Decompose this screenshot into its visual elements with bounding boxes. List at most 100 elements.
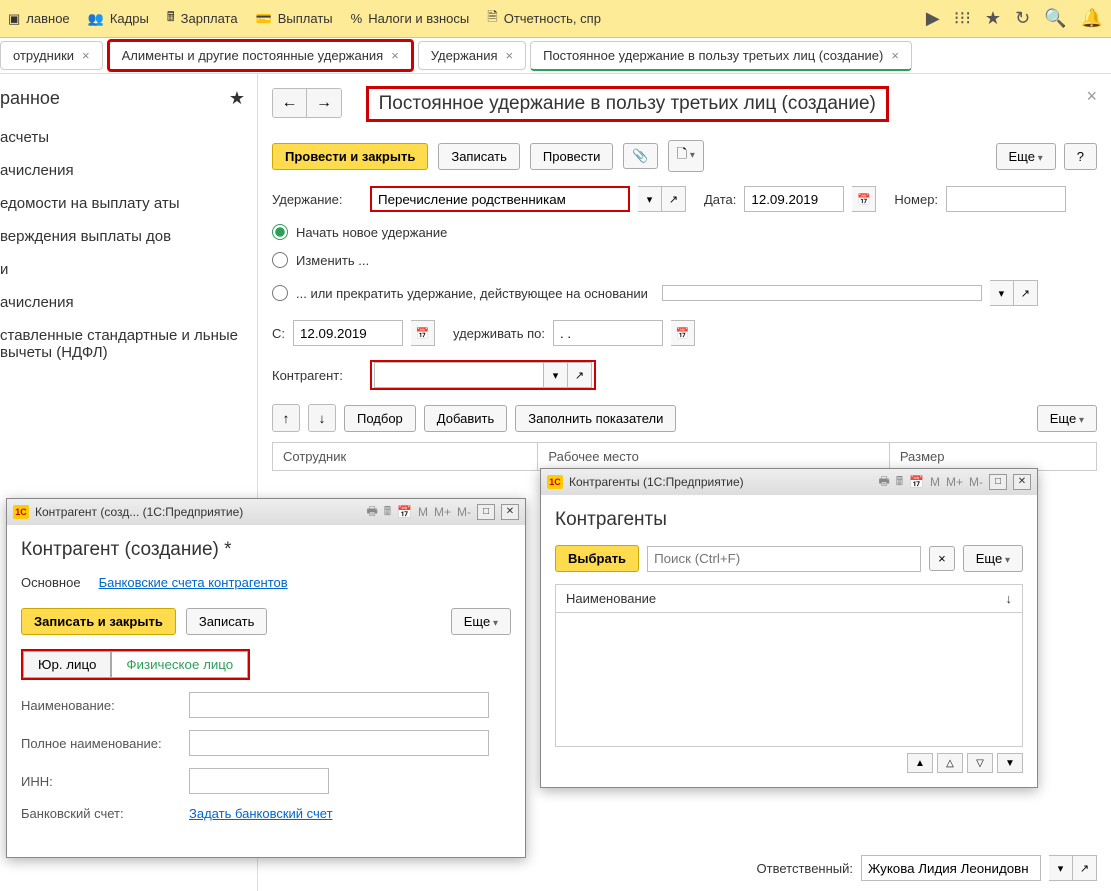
close-icon[interactable]: ✕: [1013, 474, 1031, 490]
sidebar-item[interactable]: асчеты: [0, 121, 257, 154]
move-up-button[interactable]: ↑: [272, 404, 300, 432]
radio-new[interactable]: [272, 224, 288, 240]
save-button[interactable]: Записать: [186, 608, 268, 635]
open-icon[interactable]: ↗: [1014, 280, 1038, 306]
scroll-top-button[interactable]: ▲: [907, 753, 933, 773]
number-input[interactable]: [946, 186, 1066, 212]
until-date-input[interactable]: [553, 320, 663, 346]
history-icon[interactable]: ↻: [1015, 8, 1030, 29]
report-dropdown-button[interactable]: 🗋: [668, 140, 704, 172]
sidebar-item[interactable]: и: [0, 253, 257, 286]
m-icon[interactable]: M: [930, 475, 940, 489]
scroll-up-button[interactable]: △: [937, 753, 963, 773]
tab-deductions[interactable]: Удержания×: [418, 41, 526, 70]
dropdown-icon[interactable]: ▾: [544, 362, 568, 388]
col-name[interactable]: Наименование: [566, 591, 656, 606]
name-input[interactable]: [189, 692, 489, 718]
star-icon[interactable]: ★: [229, 88, 245, 109]
col-workplace[interactable]: Рабочее место: [538, 443, 889, 471]
calendar-icon[interactable]: 📅: [852, 186, 876, 212]
print-icon[interactable]: 🖶: [367, 502, 378, 523]
toolbar-item-reports[interactable]: 🗎Отчетность, спр: [487, 8, 601, 30]
m-plus-icon[interactable]: M+: [946, 475, 963, 489]
dropdown-icon[interactable]: ▾: [1049, 855, 1073, 881]
sidebar-item[interactable]: ачисления: [0, 286, 257, 319]
maximize-icon[interactable]: □: [477, 504, 495, 520]
scroll-bottom-button[interactable]: ▼: [997, 753, 1023, 773]
calendar-icon[interactable]: 📅: [397, 505, 412, 519]
tab-aliments[interactable]: Алименты и другие постоянные удержания×: [107, 39, 414, 72]
sidebar-item[interactable]: верждения выплаты дов: [0, 220, 257, 253]
calendar-icon[interactable]: 📅: [909, 475, 924, 489]
col-employee[interactable]: Сотрудник: [273, 443, 538, 471]
search-icon[interactable]: 🔍: [1044, 8, 1066, 29]
calc-icon[interactable]: 🖩: [384, 502, 391, 523]
sort-icon[interactable]: ↓: [1006, 591, 1013, 606]
date-input[interactable]: [744, 186, 844, 212]
tab-employees[interactable]: отрудники×: [0, 41, 103, 70]
responsible-input[interactable]: [861, 855, 1041, 881]
nav-forward-button[interactable]: →: [307, 89, 341, 117]
toolbar-item-hr[interactable]: 👥Кадры: [88, 11, 149, 27]
close-icon[interactable]: ×: [891, 48, 899, 63]
help-button[interactable]: ?: [1064, 143, 1097, 170]
m-icon[interactable]: M: [418, 505, 428, 519]
more-button[interactable]: Еще: [996, 143, 1056, 170]
play-icon[interactable]: ▶: [926, 8, 940, 29]
toolbar-item-salary[interactable]: 🖩Зарплата: [167, 8, 238, 30]
add-button[interactable]: Добавить: [424, 405, 507, 432]
clear-search-button[interactable]: ×: [929, 546, 955, 571]
set-bank-account-link[interactable]: Задать банковский счет: [189, 806, 333, 821]
open-icon[interactable]: ↗: [568, 362, 592, 388]
close-icon[interactable]: ×: [82, 48, 90, 63]
deduction-input[interactable]: [370, 186, 630, 212]
close-icon[interactable]: ✕: [501, 504, 519, 520]
more-button[interactable]: Еще: [963, 545, 1023, 572]
close-icon[interactable]: ×: [1086, 86, 1097, 107]
sidebar-item[interactable]: ачисления: [0, 154, 257, 187]
more-button[interactable]: Еще: [451, 608, 511, 635]
nav-back-button[interactable]: ←: [273, 89, 307, 117]
bell-icon[interactable]: 🔔: [1081, 8, 1103, 29]
fullname-input[interactable]: [189, 730, 489, 756]
select-button[interactable]: Выбрать: [555, 545, 639, 572]
counterparty-input[interactable]: [374, 362, 544, 388]
inn-input[interactable]: [189, 768, 329, 794]
sidebar-item[interactable]: едомости на выплату аты: [0, 187, 257, 220]
toolbar-item-taxes[interactable]: %Налоги и взносы: [351, 11, 470, 26]
open-icon[interactable]: ↗: [1073, 855, 1097, 881]
save-and-close-button[interactable]: Записать и закрыть: [21, 608, 176, 635]
post-and-close-button[interactable]: Провести и закрыть: [272, 143, 428, 170]
table-more-button[interactable]: Еще: [1037, 405, 1097, 432]
individual-button[interactable]: Физическое лицо: [111, 651, 248, 678]
post-button[interactable]: Провести: [530, 143, 614, 170]
calc-icon[interactable]: 🖩: [896, 472, 903, 493]
maximize-icon[interactable]: □: [989, 474, 1007, 490]
close-icon[interactable]: ×: [506, 48, 514, 63]
apps-icon[interactable]: ⁝⁝⁝: [954, 8, 971, 29]
tab-permanent-deduction[interactable]: Постоянное удержание в пользу третьих ли…: [530, 41, 912, 71]
dropdown-icon[interactable]: ▾: [990, 280, 1014, 306]
move-down-button[interactable]: ↓: [308, 404, 336, 432]
col-amount[interactable]: Размер: [889, 443, 1096, 471]
tab-bank-accounts[interactable]: Банковские счета контрагентов: [99, 575, 288, 590]
print-icon[interactable]: 🖶: [879, 472, 890, 493]
search-input[interactable]: [647, 546, 921, 572]
toolbar-item-payments[interactable]: 💳Выплаты: [256, 11, 333, 27]
list-body[interactable]: [555, 613, 1023, 747]
pick-button[interactable]: Подбор: [344, 405, 416, 432]
open-icon[interactable]: ↗: [662, 186, 686, 212]
sidebar-item[interactable]: ставленные стандартные и льные вычеты (Н…: [0, 319, 257, 369]
radio-stop[interactable]: [272, 285, 288, 301]
calendar-icon[interactable]: 📅: [671, 320, 695, 346]
attach-button[interactable]: 📎: [623, 143, 657, 169]
legal-entity-button[interactable]: Юр. лицо: [23, 651, 111, 678]
dropdown-icon[interactable]: ▾: [638, 186, 662, 212]
m-minus-icon[interactable]: M-: [457, 505, 471, 519]
scroll-down-button[interactable]: ▽: [967, 753, 993, 773]
radio-change[interactable]: [272, 252, 288, 268]
from-date-input[interactable]: [293, 320, 403, 346]
m-plus-icon[interactable]: M+: [434, 505, 451, 519]
star-icon[interactable]: ★: [985, 8, 1001, 29]
tab-main[interactable]: Основное: [21, 575, 81, 590]
